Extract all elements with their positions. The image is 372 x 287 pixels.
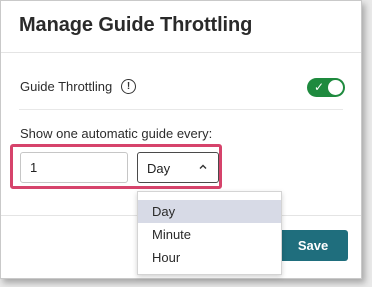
header-divider (1, 52, 361, 53)
stage: Manage Guide Throttling Guide Throttling… (0, 0, 372, 287)
frequency-unit-dropdown: Day Minute Hour (137, 191, 282, 275)
section-divider (19, 109, 343, 110)
check-icon: ✓ (314, 80, 325, 94)
info-icon[interactable]: ! (121, 79, 136, 94)
modal-title: Manage Guide Throttling (19, 14, 253, 36)
dropdown-option-minute[interactable]: Minute (138, 223, 281, 246)
save-button[interactable]: Save (278, 230, 348, 261)
toggle-knob (328, 80, 343, 95)
guide-throttling-toggle[interactable]: ✓ (307, 78, 345, 97)
dropdown-option-day[interactable]: Day (138, 200, 281, 223)
dropdown-option-hour[interactable]: Hour (138, 246, 281, 269)
guide-throttling-label: Guide Throttling (20, 79, 113, 94)
frequency-label: Show one automatic guide every: (20, 126, 213, 141)
highlight-box (10, 144, 222, 189)
